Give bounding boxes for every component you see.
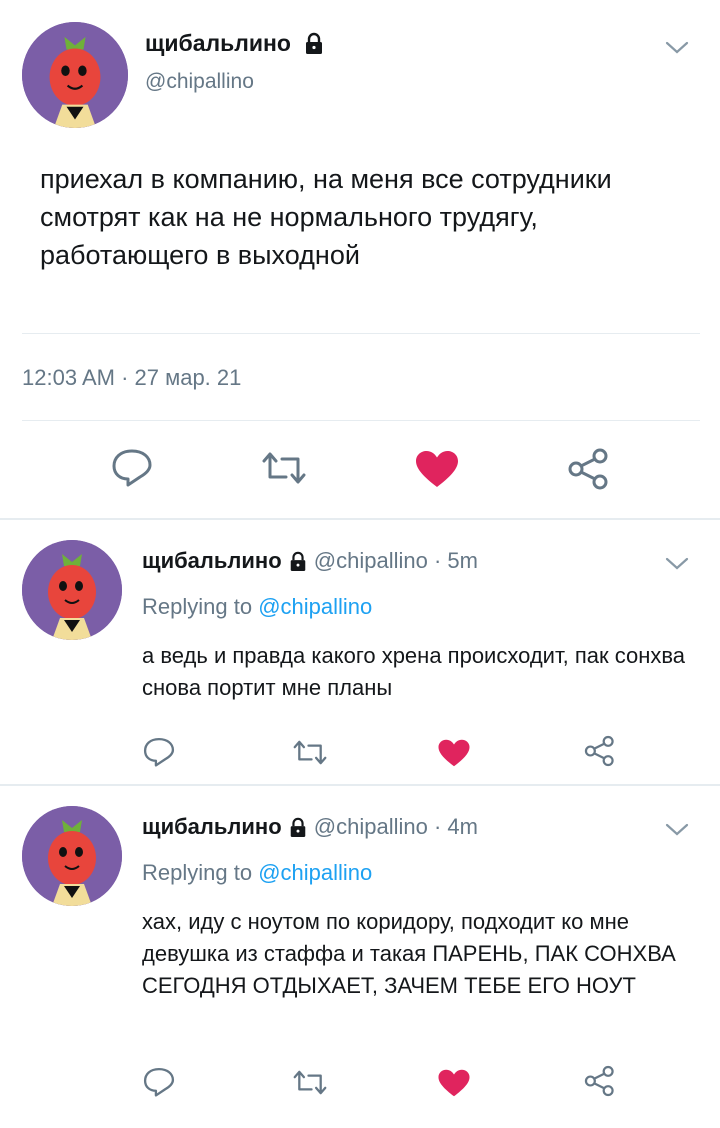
lock-icon (288, 551, 308, 577)
reply-text: а ведь и правда какого хрена происходит,… (142, 643, 686, 700)
avatar[interactable] (22, 806, 122, 906)
divider (0, 784, 720, 786)
divider (22, 420, 700, 421)
display-name[interactable]: щибальлино (142, 814, 282, 839)
like-icon[interactable] (437, 1068, 471, 1098)
display-name[interactable]: щибальлино (142, 548, 282, 573)
share-icon[interactable] (566, 446, 612, 492)
tweet-text: приехал в компанию, на меня все сотрудни… (40, 164, 612, 270)
replying-to: Replying to @chipallino (142, 860, 373, 885)
chevron-down-icon[interactable] (664, 822, 690, 843)
display-name[interactable]: щибальлино (145, 30, 325, 60)
reply-text: хах, иду с ноутом по коридору, подходит … (142, 909, 676, 998)
timestamp[interactable]: 12:03 AM · 27 мар. 21 (22, 365, 241, 391)
retweet-icon[interactable] (290, 1068, 330, 1097)
retweet-icon[interactable] (258, 449, 310, 487)
reply-header: щибальлино @chipallino · 5m (142, 548, 478, 577)
share-icon[interactable] (583, 1064, 617, 1098)
handle[interactable]: @chipallino · 4m (314, 814, 478, 839)
reply-icon[interactable] (110, 447, 154, 487)
reply-header: щибальлино @chipallino · 4m (142, 814, 478, 843)
lock-icon (303, 32, 325, 60)
share-icon[interactable] (583, 734, 617, 768)
like-icon[interactable] (437, 738, 471, 768)
replying-to: Replying to @chipallino (142, 594, 373, 619)
divider (22, 333, 700, 334)
reply-icon[interactable] (142, 1066, 176, 1097)
replying-handle-link[interactable]: @chipallino (258, 860, 372, 885)
chevron-down-icon[interactable] (664, 40, 690, 61)
handle[interactable]: @chipallino (145, 70, 254, 94)
handle[interactable]: @chipallino · 5m (314, 548, 478, 573)
cipollino-avatar (22, 806, 122, 906)
reply-icon[interactable] (142, 736, 176, 767)
retweet-icon[interactable] (290, 738, 330, 767)
avatar[interactable] (22, 22, 128, 128)
replying-handle-link[interactable]: @chipallino (258, 594, 372, 619)
divider (0, 518, 720, 520)
cipollino-avatar (22, 540, 122, 640)
like-icon[interactable] (414, 449, 460, 489)
avatar[interactable] (22, 540, 122, 640)
lock-icon (288, 817, 308, 843)
chevron-down-icon[interactable] (664, 556, 690, 577)
cipollino-avatar (22, 22, 128, 128)
